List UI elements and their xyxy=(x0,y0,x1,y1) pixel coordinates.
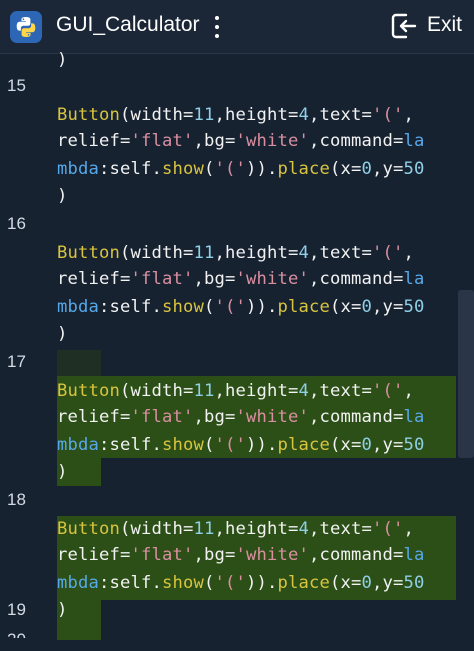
code-line: Button(width=11,height=4,text='(', xyxy=(57,381,414,401)
code-line: relief='flat',bg='white',command=la xyxy=(57,269,425,289)
kebab-menu-icon[interactable] xyxy=(210,14,224,40)
line-number: 20 xyxy=(7,630,26,638)
code-line: mbda:self.show('(')).place(x=0,y=50 xyxy=(57,159,425,179)
python-logo-icon xyxy=(10,11,42,43)
code-line: ) xyxy=(57,324,68,344)
cursor-line-marker xyxy=(57,350,101,376)
code-line: relief='flat',bg='white',command=la xyxy=(57,407,425,427)
code-line: Button(width=11,height=4,text='(', xyxy=(57,105,414,125)
code-line: ) xyxy=(57,50,68,70)
code-line: ) xyxy=(57,600,68,620)
code-line: relief='flat',bg='white',command=la xyxy=(57,131,425,151)
code-line: mbda:self.show('(')).place(x=0,y=50 xyxy=(57,297,425,317)
exit-label: Exit xyxy=(427,13,463,36)
line-number: 18 xyxy=(7,490,26,509)
scrollbar[interactable] xyxy=(458,290,474,458)
code-line: Button(width=11,height=4,text='(', xyxy=(57,519,414,539)
line-number: 19 xyxy=(7,600,26,619)
line-number: 15 xyxy=(7,76,26,95)
code-line: mbda:self.show('(')).place(x=0,y=50 xyxy=(57,573,425,593)
app-title: GUI_Calculator xyxy=(56,13,200,36)
code-editor[interactable]: ) 15 Button(width=11,height=4,text='(', re… xyxy=(0,50,474,651)
code-line: Button(width=11,height=4,text='(', xyxy=(57,243,414,263)
code-line: mbda:self.show('(')).place(x=0,y=50 xyxy=(57,435,425,455)
exit-button[interactable]: Exit xyxy=(390,10,470,44)
code-line: ) xyxy=(57,462,68,482)
exit-icon xyxy=(391,13,417,39)
line-number: 16 xyxy=(7,214,26,233)
line-number: 17 xyxy=(7,352,26,371)
app-header: GUI_Calculator Exit xyxy=(0,0,474,54)
code-line: relief='flat',bg='white',command=la xyxy=(57,545,425,565)
code-line: ) xyxy=(57,186,68,206)
